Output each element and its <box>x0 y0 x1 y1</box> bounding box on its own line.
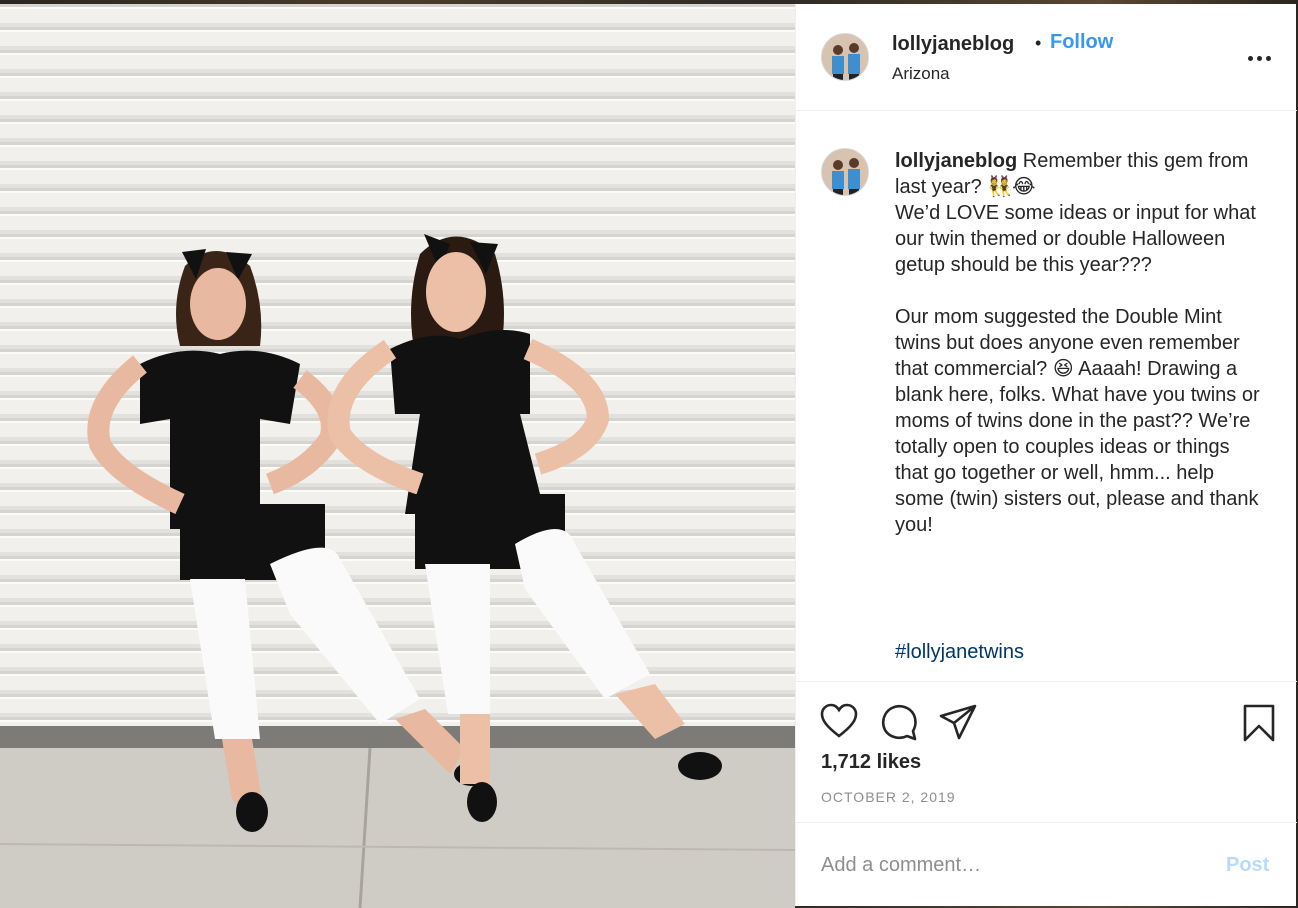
post-comment-button[interactable]: Post <box>1226 854 1269 877</box>
likes-count[interactable]: 1,712 likes <box>821 751 921 774</box>
post-header: lollyjaneblog • Follow Arizona <box>796 4 1297 111</box>
caption-avatar[interactable] <box>821 148 869 196</box>
more-horizontal-icon[interactable] <box>1248 47 1272 71</box>
post-location[interactable]: Arizona <box>892 64 950 84</box>
avatar[interactable] <box>821 33 869 81</box>
comment-input[interactable] <box>821 850 1211 880</box>
comment-icon[interactable] <box>880 703 918 741</box>
comment-bar: Post <box>796 824 1297 906</box>
heart-icon[interactable] <box>820 703 858 739</box>
share-icon[interactable] <box>938 703 978 741</box>
post-date: OCTOBER 2, 2019 <box>821 789 956 805</box>
caption-paragraph-1: We’d LOVE some ideas or input for what o… <box>895 202 1262 276</box>
post-details-panel: lollyjaneblog • Follow Arizona lollyjane… <box>795 4 1297 906</box>
post-actions: 1,712 likes OCTOBER 2, 2019 <box>796 683 1297 823</box>
caption-username[interactable]: lollyjaneblog <box>895 150 1017 172</box>
post-photo[interactable] <box>0 4 795 908</box>
caption-paragraph-2: Our mom suggested the Double Mint twins … <box>895 306 1266 536</box>
caption-text: lollyjaneblog Remember this gem from las… <box>895 148 1265 538</box>
caption-section: lollyjaneblog Remember this gem from las… <box>796 112 1297 682</box>
hashtag-link[interactable]: #lollyjanetwins <box>895 641 1024 664</box>
post-username[interactable]: lollyjaneblog <box>892 33 1014 56</box>
bookmark-icon[interactable] <box>1242 703 1276 743</box>
follow-button[interactable]: Follow <box>1050 31 1113 54</box>
separator-dot: • <box>1035 33 1042 53</box>
